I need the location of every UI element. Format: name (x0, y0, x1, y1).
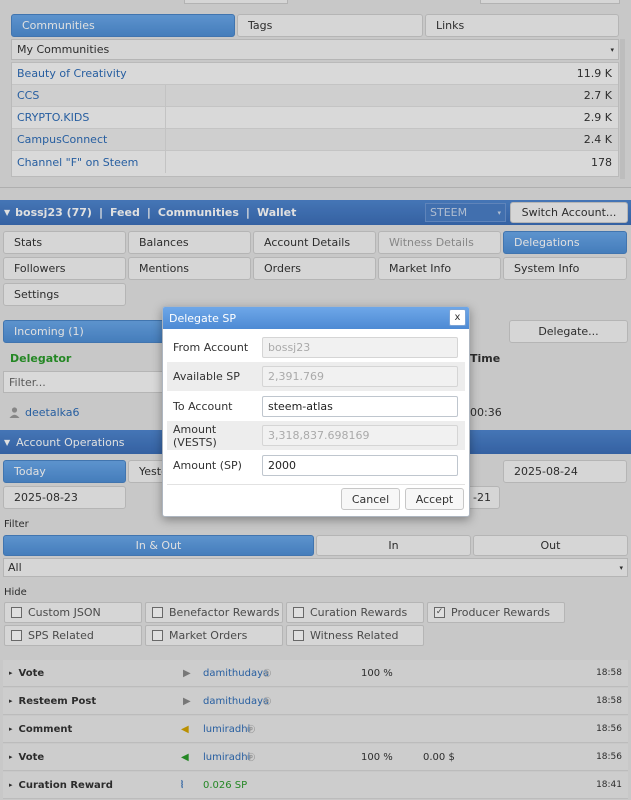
amount-vests-row: Amount (VESTS) 3,318,837.698169 (167, 421, 465, 450)
cancel-button[interactable]: Cancel (341, 488, 400, 510)
available-sp-field: 2,391.769 (262, 366, 458, 387)
delegate-sp-dialog: Delegate SP x From Account bossj23 Avail… (162, 306, 470, 517)
to-account-label: To Account (173, 400, 233, 413)
amount-vests-label: Amount (VESTS) (173, 422, 217, 449)
amount-sp-input[interactable]: 2000 (262, 455, 458, 476)
dialog-titlebar[interactable]: Delegate SP (163, 307, 469, 329)
close-button[interactable]: x (449, 309, 466, 326)
amount-sp-row: Amount (SP) 2000 (167, 451, 465, 480)
dialog-title: Delegate SP (169, 311, 236, 325)
amount-sp-label: Amount (SP) (173, 459, 242, 472)
amount-vests-field: 3,318,837.698169 (262, 425, 458, 446)
to-account-input[interactable]: steem-atlas (262, 396, 458, 417)
available-sp-row: Available SP 2,391.769 (167, 362, 465, 391)
available-sp-label: Available SP (173, 370, 240, 383)
from-account-label: From Account (173, 341, 249, 354)
accept-button[interactable]: Accept (405, 488, 464, 510)
from-account-row: From Account bossj23 (167, 333, 465, 362)
close-icon: x (454, 312, 461, 323)
to-account-row: To Account steem-atlas (167, 392, 465, 421)
from-account-field: bossj23 (262, 337, 458, 358)
